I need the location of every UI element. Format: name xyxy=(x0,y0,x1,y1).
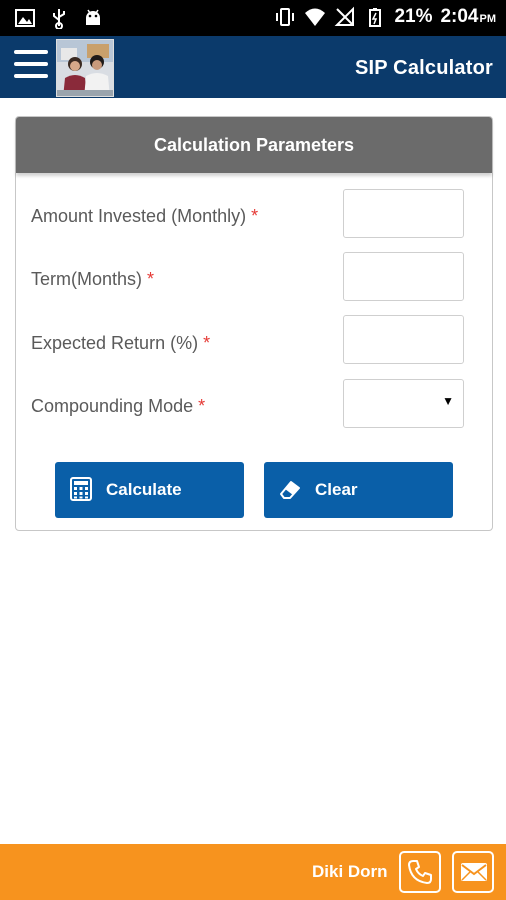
term-months-label: Term(Months) * xyxy=(31,269,155,289)
wifi-icon xyxy=(305,8,326,26)
calculator-icon xyxy=(70,477,92,501)
dropdown-arrow-icon: ▼ xyxy=(442,394,454,408)
calculate-button[interactable]: Calculate xyxy=(55,462,244,518)
required-mark: * xyxy=(251,206,259,226)
amount-invested-label: Amount Invested (Monthly) * xyxy=(31,206,259,226)
hamburger-icon xyxy=(14,50,48,54)
required-mark: * xyxy=(198,396,206,416)
eraser-icon xyxy=(280,481,300,499)
battery-level: 21% xyxy=(394,6,433,27)
app-title: SIP Calculator xyxy=(354,57,493,79)
expected-return-input[interactable] xyxy=(343,315,464,364)
term-months-input[interactable] xyxy=(343,252,464,301)
email-button[interactable] xyxy=(452,851,494,893)
android-icon xyxy=(86,9,100,25)
app-header: SIP Calculator xyxy=(0,36,506,98)
calculation-panel: Calculation Parameters Amount Invested (… xyxy=(15,116,493,531)
expected-return-label: Expected Return (%) * xyxy=(31,333,211,353)
footer-bar: Diki Dorn xyxy=(0,844,506,900)
battery-icon xyxy=(369,8,382,27)
required-mark: * xyxy=(203,333,211,353)
compounding-mode-select[interactable]: ▼ xyxy=(343,379,464,428)
vibrate-icon xyxy=(276,8,295,26)
calculate-label: Calculate xyxy=(106,480,182,499)
avatar-image xyxy=(57,40,113,96)
required-mark: * xyxy=(147,269,155,289)
mail-icon xyxy=(461,863,487,881)
call-button[interactable] xyxy=(399,851,441,893)
profile-photo[interactable] xyxy=(56,39,114,97)
status-bar: 21% 2:04PM xyxy=(0,0,506,36)
compounding-mode-label: Compounding Mode * xyxy=(31,396,206,416)
status-right: 21% 2:04PM xyxy=(274,6,496,28)
no-signal-icon xyxy=(335,6,355,26)
clear-label: Clear xyxy=(315,480,358,499)
panel-header: Calculation Parameters xyxy=(16,117,492,173)
panel-title: Calculation Parameters xyxy=(153,135,355,155)
status-left-icons xyxy=(14,7,104,29)
clock-time: 2:04PM xyxy=(440,6,496,27)
advisor-name: Diki Dorn xyxy=(312,862,388,881)
usb-icon xyxy=(53,9,65,29)
phone-icon xyxy=(408,860,432,884)
clear-button[interactable]: Clear xyxy=(264,462,453,518)
amount-invested-input[interactable] xyxy=(343,189,464,238)
image-icon xyxy=(15,9,35,27)
hamburger-menu-button[interactable] xyxy=(14,50,50,84)
